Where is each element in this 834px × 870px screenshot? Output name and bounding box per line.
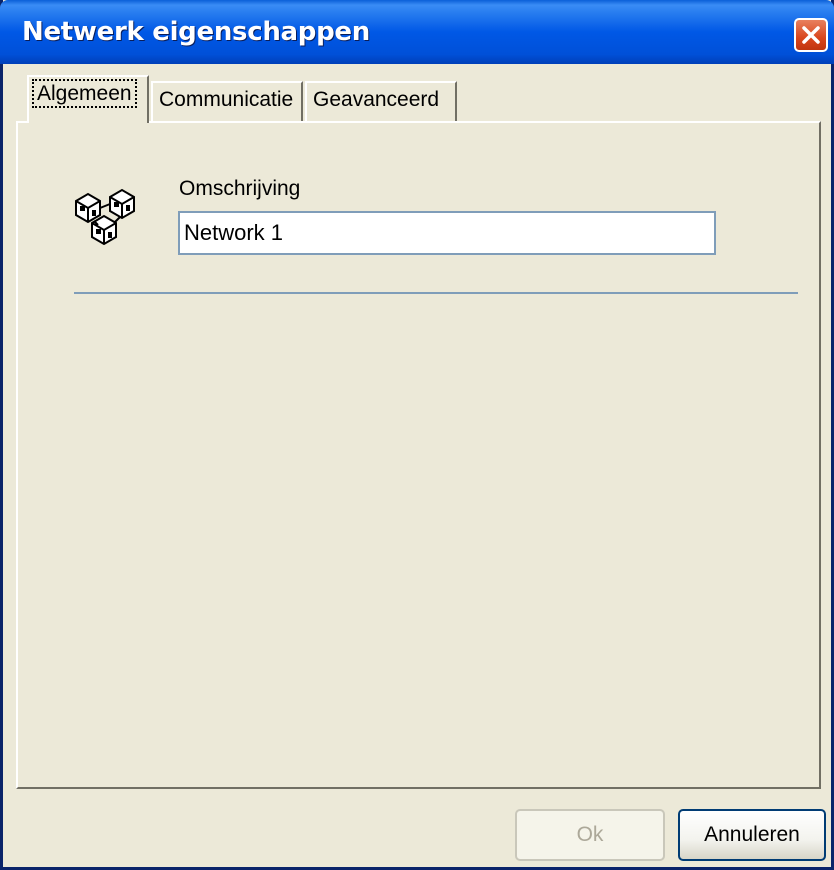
- network-cubes-icon: [75, 188, 135, 246]
- description-input[interactable]: [178, 211, 716, 255]
- window-title: Netwerk eigenschappen: [22, 17, 370, 47]
- divider: [74, 292, 798, 294]
- description-label: Omschrijving: [179, 177, 301, 200]
- tab-panel-algemeen: Omschrijving: [16, 121, 821, 789]
- close-icon: [802, 26, 820, 44]
- tab-label: Communicatie: [159, 88, 294, 111]
- tab-communicatie[interactable]: Communicatie: [151, 81, 303, 121]
- tab-label: Algemeen: [32, 79, 137, 108]
- cancel-button[interactable]: Annuleren: [678, 809, 826, 861]
- ok-button[interactable]: Ok: [515, 809, 665, 861]
- title-bar[interactable]: Netwerk eigenschappen: [0, 0, 834, 64]
- dialog-window: Netwerk eigenschappen Algemeen Communica…: [0, 0, 834, 870]
- tab-algemeen[interactable]: Algemeen: [27, 75, 149, 123]
- close-button[interactable]: [794, 18, 828, 52]
- tab-label: Geavanceerd: [313, 88, 440, 111]
- tab-geavanceerd[interactable]: Geavanceerd: [305, 81, 457, 121]
